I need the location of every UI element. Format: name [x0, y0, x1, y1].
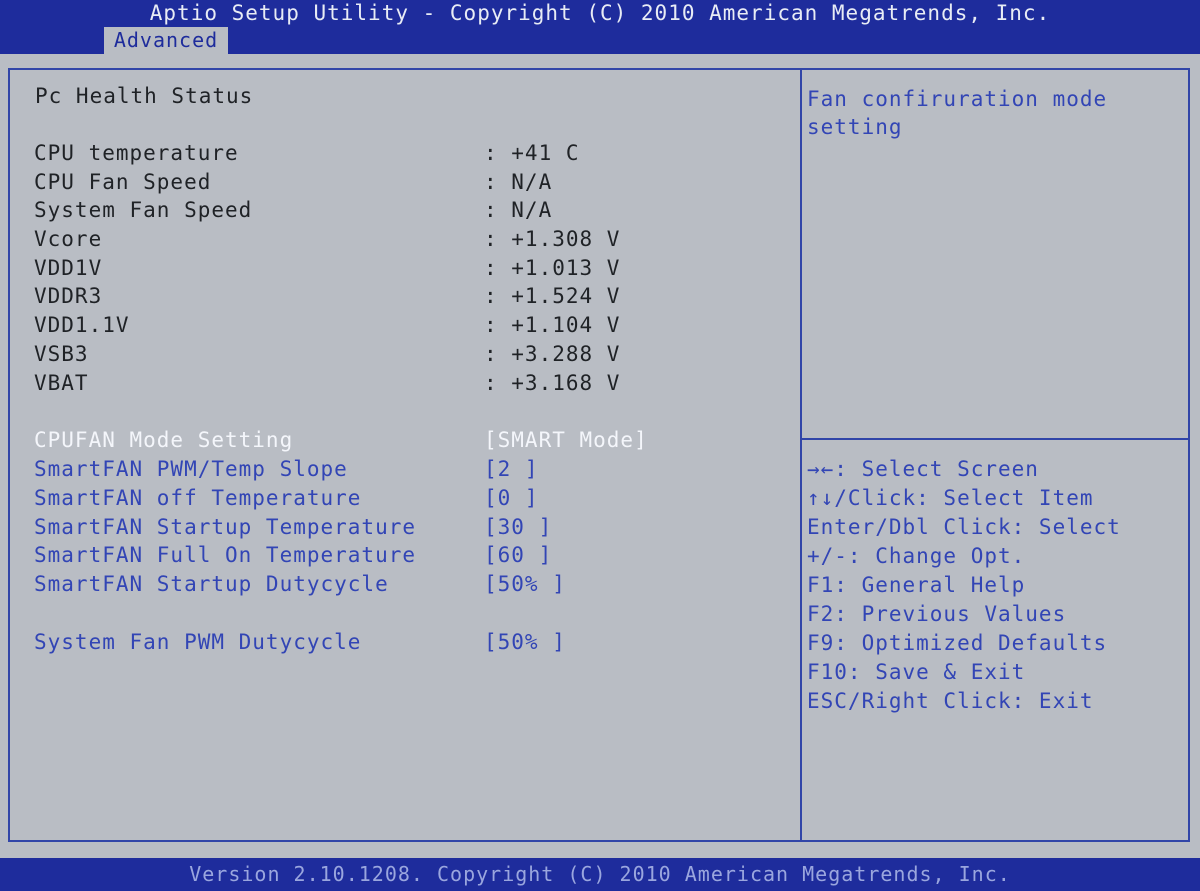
reading-value: : N/A — [484, 170, 553, 194]
reading-row: VDDR3 : +1.524 V — [0, 282, 800, 310]
setting-value[interactable]: [60 ] — [484, 541, 552, 569]
key-hint: Enter/Dbl Click: Select — [807, 515, 1121, 539]
reading-label: VDD1V — [34, 256, 103, 280]
reading-row: CPU Fan Speed : N/A — [0, 168, 800, 196]
reading-value: : +1.308 V — [484, 227, 621, 251]
setting-label: SmartFAN Startup Dutycycle — [34, 572, 389, 596]
setting-value[interactable]: [2 ] — [484, 455, 539, 483]
setting-value[interactable]: [50% ] — [484, 628, 566, 656]
reading-value: : +3.288 V — [484, 342, 621, 366]
reading-label: VDD1.1V — [34, 313, 130, 337]
reading-label: VBAT — [34, 371, 89, 395]
setting-label: SmartFAN off Temperature — [34, 486, 362, 510]
reading-value: : +1.524 V — [484, 284, 621, 308]
key-hint: F9: Optimized Defaults — [807, 631, 1108, 655]
key-hint: ESC/Right Click: Exit — [807, 689, 1094, 713]
reading-row: System Fan Speed : N/A — [0, 196, 800, 224]
reading-row: VSB3 : +3.288 V — [0, 340, 800, 368]
section-title: Pc Health Status — [35, 84, 254, 108]
reading-row: VBAT : +3.168 V — [0, 369, 800, 397]
setting-value[interactable]: [50% ] — [484, 570, 566, 598]
setting-startup-temperature[interactable]: SmartFAN Startup Temperature [30 ] — [0, 513, 800, 541]
setting-cpufan-mode[interactable]: CPUFAN Mode Setting [SMART Mode] — [0, 426, 800, 454]
key-hint: F1: General Help — [807, 573, 1026, 597]
key-hint: F2: Previous Values — [807, 602, 1067, 626]
reading-label: System Fan Speed — [34, 198, 253, 222]
key-hint: F10: Save & Exit — [807, 660, 1026, 684]
setting-off-temperature[interactable]: SmartFAN off Temperature [0 ] — [0, 484, 800, 512]
footer-version: Version 2.10.1208. Copyright (C) 2010 Am… — [0, 858, 1200, 891]
setting-value[interactable]: [30 ] — [484, 513, 552, 541]
reading-label: VDDR3 — [34, 284, 103, 308]
reading-value: : +1.013 V — [484, 256, 621, 280]
setting-pwm-temp-slope[interactable]: SmartFAN PWM/Temp Slope [2 ] — [0, 455, 800, 483]
setting-value[interactable]: [SMART Mode] — [484, 426, 648, 454]
key-hint: ↑↓/Click: Select Item — [807, 486, 1094, 510]
help-description: Fan confiruration mode setting — [807, 87, 1108, 139]
setting-label: System Fan PWM Dutycycle — [34, 630, 362, 654]
setting-label: SmartFAN PWM/Temp Slope — [34, 457, 348, 481]
reading-row: CPU temperature : +41 C — [0, 139, 800, 167]
tab-advanced[interactable]: Advanced — [104, 27, 228, 54]
key-hint: →←: Select Screen — [807, 457, 1039, 481]
setting-value[interactable]: [0 ] — [484, 484, 539, 512]
help-divider — [802, 438, 1190, 440]
title-bar: Aptio Setup Utility - Copyright (C) 2010… — [0, 0, 1200, 54]
setting-label: SmartFAN Full On Temperature — [34, 543, 417, 567]
setting-system-fan-pwm[interactable]: System Fan PWM Dutycycle [50% ] — [0, 628, 800, 656]
reading-row: VDD1V : +1.013 V — [0, 254, 800, 282]
reading-value: : +41 C — [484, 141, 580, 165]
reading-label: CPU temperature — [34, 141, 239, 165]
reading-value: : N/A — [484, 198, 553, 222]
key-legend: →←: Select Screen ↑↓/Click: Select Item … — [807, 455, 1121, 716]
reading-value: : +3.168 V — [484, 371, 621, 395]
reading-row: Vcore : +1.308 V — [0, 225, 800, 253]
setting-label: CPUFAN Mode Setting — [34, 428, 294, 452]
setting-full-on-temperature[interactable]: SmartFAN Full On Temperature [60 ] — [0, 541, 800, 569]
key-hint: +/-: Change Opt. — [807, 544, 1026, 568]
panel-divider — [800, 68, 802, 842]
app-title: Aptio Setup Utility - Copyright (C) 2010… — [149, 1, 1051, 25]
setting-startup-dutycycle[interactable]: SmartFAN Startup Dutycycle [50% ] — [0, 570, 800, 598]
reading-label: CPU Fan Speed — [34, 170, 212, 194]
reading-label: Vcore — [34, 227, 103, 251]
setting-label: SmartFAN Startup Temperature — [34, 515, 417, 539]
reading-value: : +1.104 V — [484, 313, 621, 337]
reading-row: VDD1.1V : +1.104 V — [0, 311, 800, 339]
reading-label: VSB3 — [34, 342, 89, 366]
